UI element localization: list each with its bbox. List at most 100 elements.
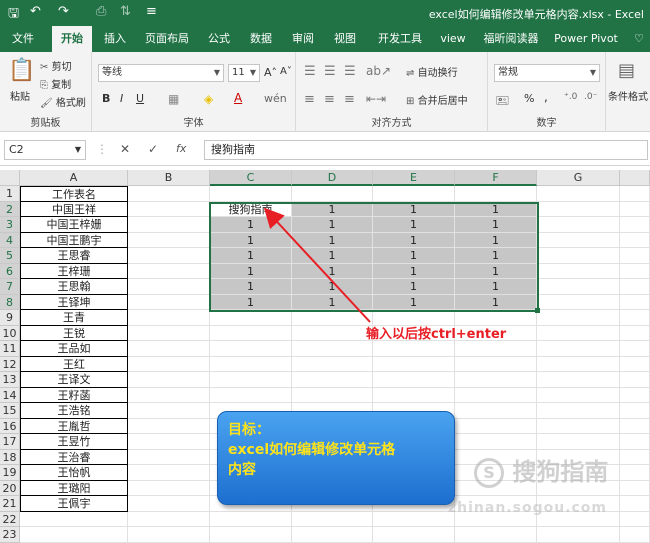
cell-b20[interactable] <box>128 480 210 496</box>
cell-c1[interactable] <box>210 186 292 202</box>
cell-e3[interactable]: 1 <box>373 217 455 233</box>
customize-qat-icon[interactable]: ≡ <box>146 4 157 19</box>
cell-f7[interactable]: 1 <box>455 279 537 295</box>
cell-e4[interactable]: 1 <box>373 232 455 248</box>
fill-handle[interactable] <box>535 308 540 313</box>
cell-g11[interactable] <box>537 341 620 357</box>
cell-e12[interactable] <box>373 356 455 372</box>
cell-f23[interactable] <box>455 527 537 543</box>
cell-c11[interactable] <box>210 341 292 357</box>
cell-d12[interactable] <box>292 356 373 372</box>
row-header-15[interactable]: 15 <box>0 403 20 419</box>
cell-h17[interactable] <box>620 434 650 450</box>
name-box[interactable]: C2 ▼ <box>4 140 86 160</box>
cell-c8[interactable]: 1 <box>210 294 292 310</box>
formula-input[interactable]: 搜狗指南 <box>204 140 648 160</box>
cell-e5[interactable]: 1 <box>373 248 455 264</box>
wrap-text-button[interactable]: ⇌ 自动换行 <box>406 64 458 79</box>
cell-h4[interactable] <box>620 232 650 248</box>
row-header-2[interactable]: 2 <box>0 201 20 217</box>
cell-d13[interactable] <box>292 372 373 388</box>
row-header-8[interactable]: 8 <box>0 294 20 310</box>
cell-d2[interactable]: 1 <box>292 201 373 217</box>
cell-f2[interactable]: 1 <box>455 201 537 217</box>
cell-e2[interactable]: 1 <box>373 201 455 217</box>
tab-page-layout[interactable]: 页面布局 <box>140 26 194 52</box>
cell-a6[interactable]: 王梓珊 <box>20 263 128 279</box>
cell-g2[interactable] <box>537 201 620 217</box>
decrease-decimal-icon[interactable]: .0⁻ <box>584 92 597 102</box>
cell-h22[interactable] <box>620 511 650 527</box>
cell-c10[interactable] <box>210 325 292 341</box>
paste-button[interactable]: 粘贴 <box>10 88 30 103</box>
cell-g3[interactable] <box>537 217 620 233</box>
italic-icon[interactable]: I <box>120 92 123 105</box>
cell-d23[interactable] <box>292 527 373 543</box>
cell-b23[interactable] <box>128 527 210 543</box>
row-header-11[interactable]: 11 <box>0 341 20 357</box>
cell-f17[interactable] <box>455 434 537 450</box>
cell-d11[interactable] <box>292 341 373 357</box>
column-header-f[interactable]: F <box>455 170 537 186</box>
cell-b18[interactable] <box>128 449 210 465</box>
cell-b6[interactable] <box>128 263 210 279</box>
cut-button[interactable]: ✂ 剪切 <box>40 58 72 73</box>
percent-button[interactable]: % <box>524 92 534 105</box>
cell-a10[interactable]: 王锐 <box>20 325 128 341</box>
align-center-icon[interactable]: ≡ <box>324 92 335 107</box>
cell-f3[interactable]: 1 <box>455 217 537 233</box>
cell-e22[interactable] <box>373 511 455 527</box>
cell-a19[interactable]: 王怡帆 <box>20 465 128 481</box>
cell-d3[interactable]: 1 <box>292 217 373 233</box>
cell-b22[interactable] <box>128 511 210 527</box>
cell-b2[interactable] <box>128 201 210 217</box>
cell-a9[interactable]: 王青 <box>20 310 128 326</box>
border-icon[interactable]: ▦ <box>168 92 179 106</box>
cell-a17[interactable]: 王昱竹 <box>20 434 128 450</box>
shrink-font-icon[interactable]: A˅ <box>280 66 292 77</box>
cell-c22[interactable] <box>210 511 292 527</box>
cell-e13[interactable] <box>373 372 455 388</box>
cell-e7[interactable]: 1 <box>373 279 455 295</box>
align-left-icon[interactable]: ≡ <box>304 92 315 107</box>
cell-h8[interactable] <box>620 294 650 310</box>
font-name-select[interactable]: 等线 ▼ <box>98 64 224 82</box>
cell-e6[interactable]: 1 <box>373 263 455 279</box>
cell-b7[interactable] <box>128 279 210 295</box>
cell-e8[interactable]: 1 <box>373 294 455 310</box>
cell-e14[interactable] <box>373 387 455 403</box>
row-header-14[interactable]: 14 <box>0 387 20 403</box>
insert-function-icon[interactable]: fx <box>176 142 186 155</box>
cell-h5[interactable] <box>620 248 650 264</box>
align-top-icon[interactable]: ☰ <box>304 64 316 79</box>
cell-c23[interactable] <box>210 527 292 543</box>
cell-h21[interactable] <box>620 496 650 512</box>
cell-h14[interactable] <box>620 387 650 403</box>
cell-d22[interactable] <box>292 511 373 527</box>
cell-h1[interactable] <box>620 186 650 202</box>
cell-b3[interactable] <box>128 217 210 233</box>
cell-b4[interactable] <box>128 232 210 248</box>
cell-f13[interactable] <box>455 372 537 388</box>
cell-c13[interactable] <box>210 372 292 388</box>
tab-insert[interactable]: 插入 <box>98 26 132 52</box>
cell-a5[interactable]: 王思睿 <box>20 248 128 264</box>
cell-g12[interactable] <box>537 356 620 372</box>
cell-c4[interactable]: 1 <box>210 232 292 248</box>
cell-b1[interactable] <box>128 186 210 202</box>
cell-f15[interactable] <box>455 403 537 419</box>
cell-c7[interactable]: 1 <box>210 279 292 295</box>
cell-e1[interactable] <box>373 186 455 202</box>
cell-d5[interactable]: 1 <box>292 248 373 264</box>
row-header-6[interactable]: 6 <box>0 263 20 279</box>
cell-b14[interactable] <box>128 387 210 403</box>
cell-b10[interactable] <box>128 325 210 341</box>
cell-a4[interactable]: 中国王鹏宇 <box>20 232 128 248</box>
cell-b16[interactable] <box>128 418 210 434</box>
column-header-d[interactable]: D <box>292 170 373 186</box>
cell-d6[interactable]: 1 <box>292 263 373 279</box>
cell-b12[interactable] <box>128 356 210 372</box>
cell-h2[interactable] <box>620 201 650 217</box>
cell-e23[interactable] <box>373 527 455 543</box>
phonetic-icon[interactable]: wén <box>264 92 287 105</box>
